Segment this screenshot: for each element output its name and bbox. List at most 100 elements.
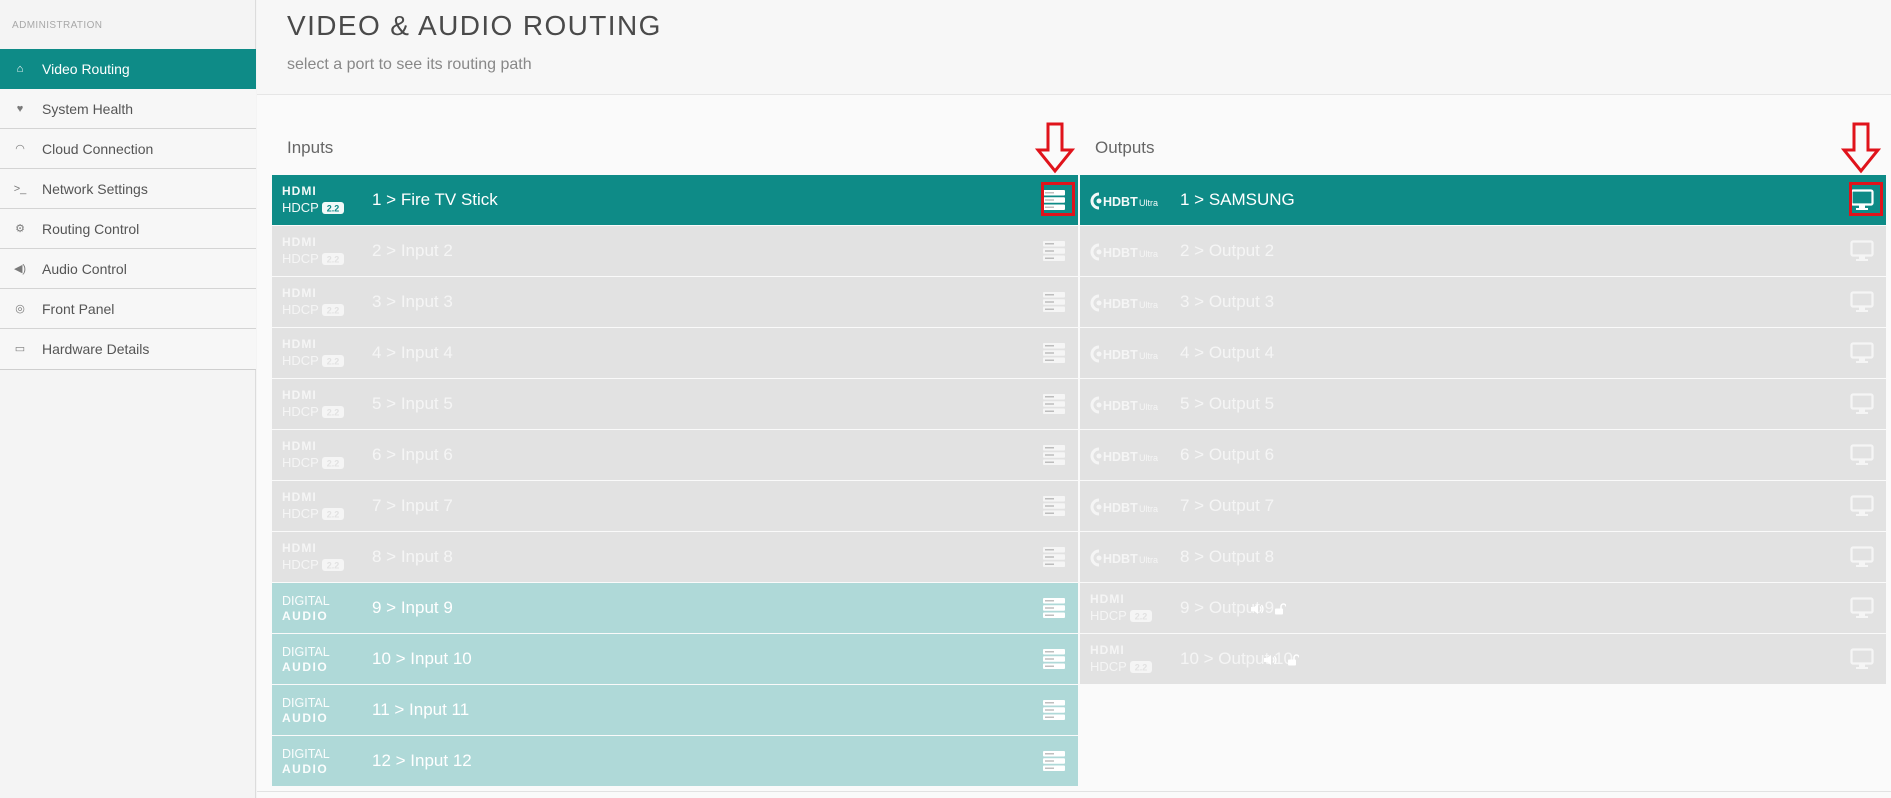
digital-audio-logo: DIGITAL AUDIO	[282, 745, 362, 779]
sidebar-item-network-settings[interactable]: >_ Network Settings	[0, 169, 256, 209]
svg-text:HDBT: HDBT	[1103, 297, 1138, 311]
svg-text:DIGITAL: DIGITAL	[282, 747, 330, 761]
output-port-7[interactable]: HDBT Ultra 7 > Output 7	[1080, 481, 1886, 531]
input-port-9[interactable]: DIGITAL AUDIO 9 > Input 9	[272, 583, 1078, 633]
source-rack-icon[interactable]	[1042, 342, 1066, 364]
source-rack-icon[interactable]	[1042, 393, 1066, 415]
sidebar: ADMINISTRATION ⌂ Video Routing ♥ System Hea…	[0, 0, 256, 798]
svg-text:Ultra: Ultra	[1139, 453, 1158, 463]
input-port-label: 12 > Input 12	[372, 751, 472, 770]
sidebar-item-label: Front Panel	[42, 301, 115, 317]
sidebar-item-hardware-details[interactable]: ▭ Hardware Details	[0, 329, 256, 369]
input-port-4[interactable]: HDMI HDCP 2.2 4 > Input 4	[272, 328, 1078, 378]
digital-audio-logo: DIGITAL AUDIO	[282, 643, 362, 677]
source-rack-icon[interactable]	[1042, 240, 1066, 262]
input-port-8[interactable]: HDMI HDCP 2.2 8 > Input 8	[272, 532, 1078, 582]
svg-text:2.2: 2.2	[327, 306, 340, 316]
unlock-icon[interactable]	[1274, 602, 1287, 615]
speaker-icon[interactable]	[1263, 654, 1277, 666]
source-rack-icon[interactable]	[1042, 444, 1066, 466]
svg-text:Ultra: Ultra	[1139, 351, 1158, 361]
svg-text:2.2: 2.2	[327, 459, 340, 469]
svg-text:HDMI: HDMI	[282, 388, 317, 402]
display-monitor-icon[interactable]	[1850, 495, 1874, 517]
output-port-10[interactable]: HDMI HDCP 2.2 10 > Output 10	[1080, 634, 1886, 684]
svg-text:HDMI: HDMI	[282, 541, 317, 555]
output-port-4[interactable]: HDBT Ultra 4 > Output 4	[1080, 328, 1886, 378]
sidebar-item-video-routing[interactable]: ⌂ Video Routing	[0, 49, 256, 89]
outputs-heading: Outputs	[1095, 138, 1155, 157]
sidebar-item-label: Audio Control	[42, 261, 127, 277]
hdmi-logo: HDMI HDCP 2.2	[282, 541, 362, 575]
source-rack-icon[interactable]	[1042, 546, 1066, 568]
input-port-6[interactable]: HDMI HDCP 2.2 6 > Input 6	[272, 430, 1078, 480]
output-port-8[interactable]: HDBT Ultra 8 > Output 8	[1080, 532, 1886, 582]
source-rack-icon[interactable]	[1042, 291, 1066, 313]
output-port-3[interactable]: HDBT Ultra 3 > Output 3	[1080, 277, 1886, 327]
svg-text:HDCP: HDCP	[282, 404, 319, 419]
input-port-1[interactable]: HDMI HDCP 2.2 1 > Fire TV Stick	[272, 175, 1078, 225]
input-port-label: 10 > Input 10	[372, 649, 472, 668]
hdmi-logo: HDMI HDCP 2.2	[282, 235, 362, 269]
output-port-2[interactable]: HDBT Ultra 2 > Output 2	[1080, 226, 1886, 276]
source-rack-icon[interactable]	[1042, 597, 1066, 619]
display-monitor-icon[interactable]	[1850, 393, 1874, 415]
svg-text:HDBT: HDBT	[1103, 246, 1138, 260]
sidebar-item-cloud-connection[interactable]: ◠ Cloud Connection	[0, 129, 256, 169]
sidebar-item-front-panel[interactable]: ◎ Front Panel	[0, 289, 256, 329]
digital-audio-logo: DIGITAL AUDIO	[282, 694, 362, 728]
input-port-12[interactable]: DIGITAL AUDIO 12 > Input 12	[272, 736, 1078, 786]
input-port-7[interactable]: HDMI HDCP 2.2 7 > Input 7	[272, 481, 1078, 531]
inputs-heading: Inputs	[287, 138, 334, 157]
annotation-arrow-outputs	[1841, 122, 1881, 174]
input-port-2[interactable]: HDMI HDCP 2.2 2 > Input 2	[272, 226, 1078, 276]
sidebar-item-audio-control[interactable]: ◀) Audio Control	[0, 249, 256, 289]
source-rack-icon[interactable]	[1042, 699, 1066, 721]
svg-text:2.2: 2.2	[1135, 663, 1148, 673]
display-monitor-icon[interactable]	[1850, 240, 1874, 262]
hdbaset-logo: HDBT Ultra	[1090, 337, 1170, 371]
output-port-1[interactable]: HDBT Ultra 1 > SAMSUNG	[1080, 175, 1886, 225]
svg-text:DIGITAL: DIGITAL	[282, 696, 330, 710]
display-monitor-icon[interactable]	[1850, 597, 1874, 619]
source-rack-icon[interactable]	[1042, 750, 1066, 772]
speaker-icon: ◀)	[13, 263, 27, 275]
output-port-5[interactable]: HDBT Ultra 5 > Output 5	[1080, 379, 1886, 429]
hdmi-logo: HDMI HDCP 2.2	[1090, 643, 1170, 677]
display-monitor-icon[interactable]	[1850, 444, 1874, 466]
speaker-icon[interactable]	[1250, 603, 1264, 615]
svg-text:HDCP: HDCP	[282, 557, 319, 572]
output-port-label: 8 > Output 8	[1180, 547, 1275, 566]
svg-text:HDMI: HDMI	[282, 439, 317, 453]
input-port-label: 4 > Input 4	[372, 343, 453, 362]
svg-text:HDCP: HDCP	[282, 302, 319, 317]
rss-icon: ◠	[15, 143, 25, 155]
input-port-label: 7 > Input 7	[372, 496, 453, 515]
display-monitor-icon[interactable]	[1850, 648, 1874, 670]
sidebar-item-system-health[interactable]: ♥ System Health	[0, 89, 256, 129]
audio-lock-icons	[1263, 634, 1300, 684]
source-rack-icon[interactable]	[1042, 495, 1066, 517]
display-monitor-icon[interactable]	[1850, 291, 1874, 313]
input-port-11[interactable]: DIGITAL AUDIO 11 > Input 11	[272, 685, 1078, 735]
sidebar-item-label: Routing Control	[42, 221, 140, 237]
display-monitor-icon[interactable]	[1850, 546, 1874, 568]
svg-text:HDBT: HDBT	[1103, 399, 1138, 413]
input-port-10[interactable]: DIGITAL AUDIO 10 > Input 10	[272, 634, 1078, 684]
sidebar-item-routing-control[interactable]: ⚙ Routing Control	[0, 209, 256, 249]
svg-text:Ultra: Ultra	[1139, 555, 1158, 565]
input-port-3[interactable]: HDMI HDCP 2.2 3 > Input 3	[272, 277, 1078, 327]
source-rack-icon[interactable]	[1042, 648, 1066, 670]
svg-text:HDBT: HDBT	[1103, 552, 1138, 566]
output-port-6[interactable]: HDBT Ultra 6 > Output 6	[1080, 430, 1886, 480]
display-monitor-icon[interactable]	[1850, 342, 1874, 364]
output-port-9[interactable]: HDMI HDCP 2.2 9 > Output 9	[1080, 583, 1886, 633]
heart-icon: ♥	[16, 103, 24, 115]
svg-text:2.2: 2.2	[327, 357, 340, 367]
hdmi-logo: HDMI HDCP 2.2	[282, 490, 362, 524]
input-port-5[interactable]: HDMI HDCP 2.2 5 > Input 5	[272, 379, 1078, 429]
annotation-arrow-inputs	[1035, 122, 1075, 174]
svg-text:HDMI: HDMI	[1090, 592, 1125, 606]
unlock-icon[interactable]	[1287, 653, 1300, 666]
audio-lock-icons	[1250, 583, 1287, 633]
